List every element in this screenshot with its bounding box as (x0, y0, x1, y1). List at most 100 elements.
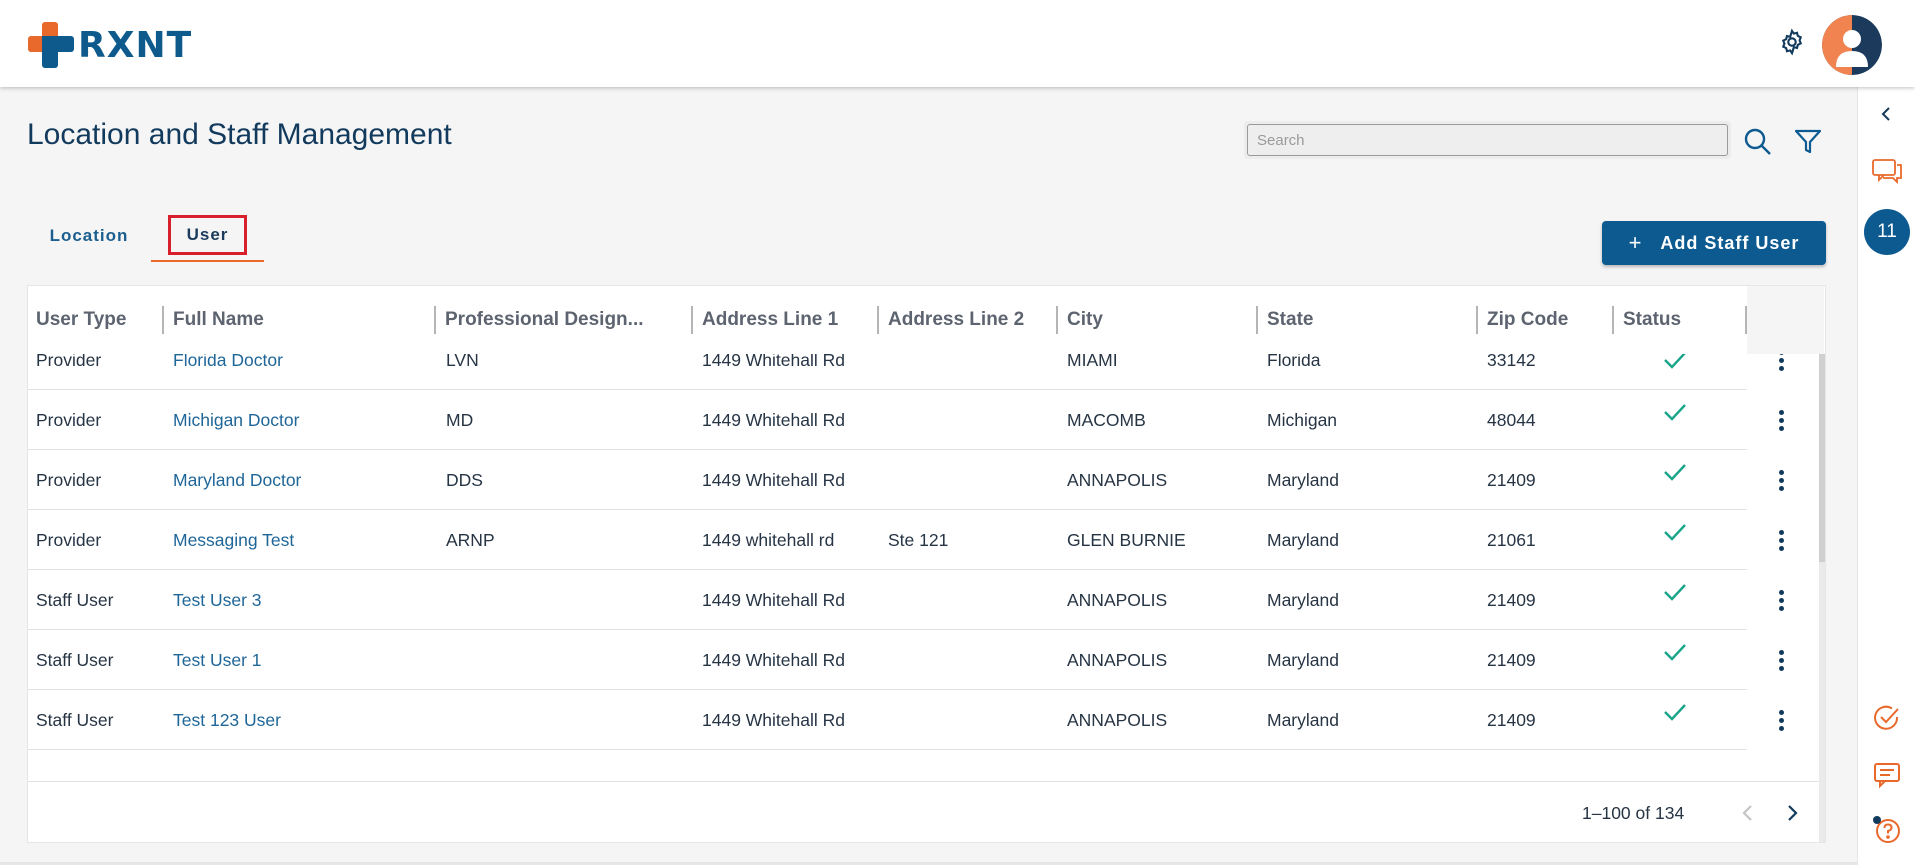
cell-full-name-link[interactable]: Messaging Test (173, 510, 294, 570)
column-header-user-type[interactable]: User Type (28, 304, 162, 336)
filter-icon[interactable] (1793, 128, 1823, 156)
vertical-scrollbar[interactable] (1819, 354, 1825, 842)
column-resize-handle[interactable] (691, 306, 693, 334)
cell-address-line-1: 1449 Whitehall Rd (702, 649, 845, 670)
cell-full-name-link[interactable]: Test User 1 (173, 630, 262, 690)
users-table: User Type Full Name Professional Design.… (27, 285, 1826, 843)
collapse-chevron-icon[interactable] (1858, 105, 1915, 123)
table-row[interactable]: Staff User Test User 3 1449 Whitehall Rd… (28, 570, 1784, 630)
message-icon[interactable] (1858, 762, 1915, 788)
column-header-full-name[interactable]: Full Name (165, 304, 435, 336)
column-resize-handle[interactable] (434, 306, 436, 334)
cell-state: Florida (1267, 354, 1321, 370)
table-row[interactable]: Staff User Test User 1 1449 Whitehall Rd… (28, 630, 1784, 690)
cell-city: GLEN BURNIE (1067, 529, 1186, 550)
status-check-icon (1663, 522, 1687, 542)
previous-page-chevron-icon[interactable] (1735, 800, 1761, 826)
table-row[interactable]: Staff User Test 123 User 1449 Whitehall … (28, 690, 1784, 750)
column-header-status[interactable]: Status (1615, 304, 1747, 336)
cell-zip-code: 21409 (1487, 649, 1536, 670)
column-header-professional-designation[interactable]: Professional Design... (437, 304, 692, 336)
column-resize-handle[interactable] (162, 306, 164, 334)
cell-full-name-link[interactable]: Michigan Doctor (173, 390, 299, 450)
table-header: User Type Full Name Professional Design.… (28, 286, 1825, 354)
gear-icon[interactable] (1778, 28, 1806, 56)
cell-zip-code: 33142 (1487, 354, 1536, 370)
status-check-icon (1663, 642, 1687, 662)
row-actions-kebab-icon[interactable] (1766, 525, 1796, 555)
cell-state: Maryland (1267, 709, 1339, 730)
status-check-icon (1663, 702, 1687, 722)
cell-designation: MD (446, 409, 474, 430)
column-header-city[interactable]: City (1059, 304, 1257, 336)
help-icon[interactable] (1858, 815, 1915, 845)
table-body: Provider Florida Doctor LVN 1449 Whiteha… (28, 354, 1825, 781)
row-actions-kebab-icon[interactable] (1766, 465, 1796, 495)
rxnt-logo[interactable]: RXNT (28, 22, 192, 68)
search-icon[interactable] (1743, 127, 1773, 157)
cell-state: Michigan (1267, 409, 1338, 430)
column-header-zip-code[interactable]: Zip Code (1479, 304, 1613, 336)
column-header-address-line-1[interactable]: Address Line 1 (694, 304, 878, 336)
row-actions-kebab-icon[interactable] (1766, 645, 1796, 675)
table-row[interactable]: Provider Maryland Doctor DDS 1449 Whiteh… (28, 450, 1784, 510)
status-check-icon (1663, 582, 1687, 602)
column-header-actions (1747, 286, 1824, 354)
row-actions-kebab-icon[interactable] (1766, 405, 1796, 435)
cell-address-line-2: Ste 121 (888, 529, 949, 550)
chat-bubbles-icon[interactable] (1858, 157, 1915, 187)
column-resize-handle[interactable] (1256, 306, 1258, 334)
cell-full-name-link[interactable]: Maryland Doctor (173, 450, 301, 510)
column-resize-handle[interactable] (877, 306, 879, 334)
cell-address-line-1: 1449 Whitehall Rd (702, 709, 845, 730)
cell-designation: ARNP (446, 529, 495, 550)
cell-address-line-1: 1449 Whitehall Rd (702, 469, 845, 490)
user-avatar-icon[interactable] (1822, 15, 1882, 75)
row-actions-kebab-icon[interactable] (1766, 354, 1796, 375)
row-actions-kebab-icon[interactable] (1766, 705, 1796, 735)
column-header-state[interactable]: State (1259, 304, 1477, 336)
cell-full-name-link[interactable]: Florida Doctor (173, 354, 283, 390)
tab-user[interactable]: User (151, 210, 264, 262)
cell-state: Maryland (1267, 469, 1339, 490)
top-bar: RXNT (0, 0, 1915, 87)
column-header-address-line-2[interactable]: Address Line 2 (880, 304, 1057, 336)
scrollbar-thumb[interactable] (1819, 354, 1825, 562)
next-page-chevron-icon[interactable] (1779, 800, 1805, 826)
add-staff-user-button[interactable]: + Add Staff User (1602, 221, 1826, 265)
pagination-info: 1–100 of 134 (1582, 803, 1685, 823)
table-row[interactable]: Provider Florida Doctor LVN 1449 Whiteha… (28, 354, 1784, 390)
cell-city: ANNAPOLIS (1067, 649, 1168, 670)
cell-user-type: Provider (36, 469, 102, 490)
row-actions-kebab-icon[interactable] (1766, 585, 1796, 615)
column-resize-handle[interactable] (1476, 306, 1478, 334)
task-check-icon[interactable] (1858, 704, 1915, 732)
tab-location-label: Location (49, 226, 129, 245)
status-check-icon (1663, 402, 1687, 422)
tab-location[interactable]: Location (27, 210, 151, 262)
table-row[interactable]: Provider Michigan Doctor MD 1449 Whiteha… (28, 390, 1784, 450)
logo-cross-icon (28, 22, 74, 68)
add-staff-user-label: Add Staff User (1660, 232, 1800, 253)
cell-designation: DDS (446, 469, 483, 490)
cell-state: Maryland (1267, 529, 1339, 550)
cell-city: ANNAPOLIS (1067, 469, 1168, 490)
cell-city: MIAMI (1067, 354, 1118, 370)
cell-address-line-1: 1449 Whitehall Rd (702, 409, 845, 430)
column-resize-handle[interactable] (1612, 306, 1614, 334)
plus-icon: + (1628, 230, 1643, 255)
page-title: Location and Staff Management (27, 118, 452, 151)
cell-full-name-link[interactable]: Test 123 User (173, 690, 281, 750)
cell-state: Maryland (1267, 649, 1339, 670)
column-resize-handle[interactable] (1056, 306, 1058, 334)
search-input[interactable] (1247, 124, 1728, 156)
cell-city: ANNAPOLIS (1067, 589, 1168, 610)
notification-count-badge[interactable]: 11 (1858, 209, 1915, 255)
cell-zip-code: 21409 (1487, 589, 1536, 610)
table-row[interactable]: Provider Messaging Test ARNP 1449 whiteh… (28, 510, 1784, 570)
cell-user-type: Provider (36, 529, 102, 550)
cell-full-name-link[interactable]: Test User 3 (173, 570, 262, 630)
right-rail: 11 (1857, 87, 1915, 865)
cell-address-line-1: 1449 Whitehall Rd (702, 589, 845, 610)
cell-city: ANNAPOLIS (1067, 709, 1168, 730)
